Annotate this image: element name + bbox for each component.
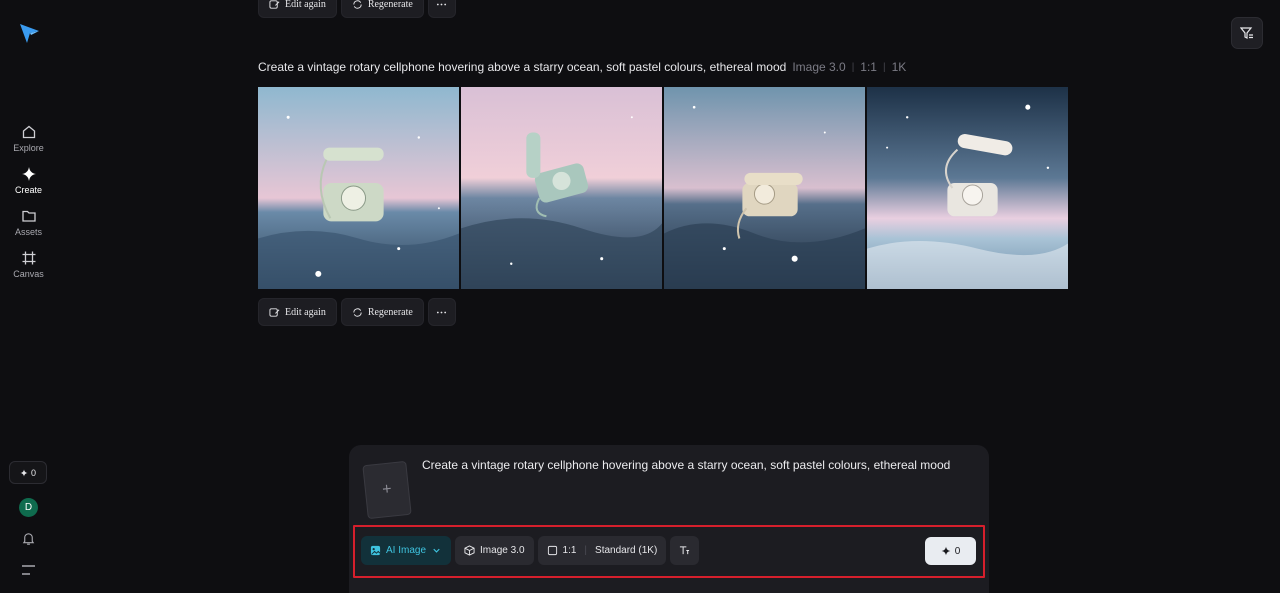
sparkle-icon — [21, 167, 36, 181]
quality-label: Standard (1K) — [595, 545, 658, 556]
edit-icon — [269, 307, 280, 317]
divider: | — [584, 545, 588, 556]
more-options-button[interactable] — [427, 298, 456, 326]
refresh-icon — [353, 307, 362, 317]
credits-badge[interactable]: 0 — [9, 461, 47, 484]
result-actions: Edit again Regenerate — [258, 298, 456, 326]
regenerate-button[interactable]: Regenerate — [340, 0, 424, 18]
generate-button[interactable]: 0 — [925, 537, 976, 565]
ratio-label: 1:1 — [562, 545, 577, 556]
credits-count: 0 — [30, 467, 36, 478]
mode-label: AI Image — [386, 545, 427, 556]
refresh-icon — [353, 0, 362, 9]
result-prompt-line: Create a vintage rotary cellphone hoveri… — [258, 60, 906, 74]
sidebar: Explore Create Assets Canvas 0 D — [0, 0, 57, 593]
filter-button[interactable] — [1231, 17, 1263, 49]
aspect-ratio-icon — [547, 545, 557, 556]
home-icon — [22, 125, 35, 139]
more-icon — [437, 3, 447, 5]
chevron-down-icon — [433, 548, 440, 553]
image-mode-icon — [370, 545, 381, 556]
rotary-phone-image — [867, 87, 1068, 289]
avatar[interactable]: D — [19, 498, 38, 517]
nav-explore-label: Explore — [13, 143, 44, 153]
result-model: Image 3.0 — [792, 60, 846, 74]
generated-image-2[interactable] — [461, 87, 662, 289]
nav-create[interactable]: Create — [0, 166, 57, 195]
nav-explore[interactable]: Explore — [0, 124, 57, 153]
nav-canvas[interactable]: Canvas — [0, 250, 57, 279]
rotary-phone-image — [258, 87, 459, 289]
menu-icon[interactable] — [21, 564, 36, 576]
sparkle-icon — [20, 469, 28, 476]
regenerate-button[interactable]: Regenerate — [340, 298, 424, 326]
plus-icon: + — [381, 480, 393, 499]
generated-image-1[interactable] — [258, 87, 459, 289]
regenerate-label: Regenerate — [367, 0, 413, 10]
prompt-composer: + Create a vintage rotary cellphone hove… — [349, 445, 989, 593]
prompt-input[interactable]: Create a vintage rotary cellphone hoveri… — [422, 458, 950, 472]
edit-again-label: Edit again — [285, 0, 326, 10]
more-icon — [437, 311, 447, 313]
mode-selector[interactable]: AI Image — [361, 536, 452, 565]
generate-cost: 0 — [954, 545, 961, 557]
rotary-phone-image — [664, 87, 865, 289]
model-selector[interactable]: Image 3.0 — [455, 536, 534, 565]
meta-separator: | — [882, 61, 886, 73]
meta-separator: | — [851, 61, 855, 73]
edit-icon — [269, 0, 280, 9]
nav-create-label: Create — [14, 185, 42, 195]
app-logo-icon[interactable] — [18, 22, 40, 44]
generated-image-4[interactable] — [867, 87, 1068, 289]
nav-canvas-label: Canvas — [13, 269, 44, 279]
result-ratio: 1:1 — [860, 60, 877, 74]
filter-icon — [1240, 27, 1253, 39]
sparkle-icon — [941, 546, 951, 556]
folder-icon — [21, 210, 36, 222]
generated-image-3[interactable] — [664, 87, 865, 289]
upload-reference-button[interactable]: + — [362, 460, 412, 520]
result-resolution: 1K — [891, 60, 907, 74]
canvas-icon — [22, 251, 35, 265]
result-gallery — [258, 87, 1068, 289]
nav-assets[interactable]: Assets — [0, 208, 57, 237]
nav-assets-label: Assets — [14, 227, 42, 237]
more-options-button[interactable] — [427, 0, 456, 18]
composer-toolbar: AI Image Image 3.0 1:1 | Standard (1K) — [361, 536, 700, 565]
edit-again-button[interactable]: Edit again — [258, 298, 337, 326]
rotary-phone-image — [461, 87, 662, 289]
edit-again-label: Edit again — [285, 306, 326, 318]
model-label: Image 3.0 — [480, 545, 525, 556]
regenerate-label: Regenerate — [367, 306, 413, 318]
cube-icon — [464, 545, 475, 556]
text-format-icon — [680, 546, 690, 555]
bell-icon[interactable] — [21, 531, 36, 546]
edit-again-button[interactable]: Edit again — [258, 0, 337, 18]
previous-result-actions: Edit again Regenerate — [258, 0, 456, 18]
text-style-button[interactable] — [670, 536, 700, 565]
result-prompt-text: Create a vintage rotary cellphone hoveri… — [258, 60, 787, 74]
size-selector[interactable]: 1:1 | Standard (1K) — [537, 536, 667, 565]
